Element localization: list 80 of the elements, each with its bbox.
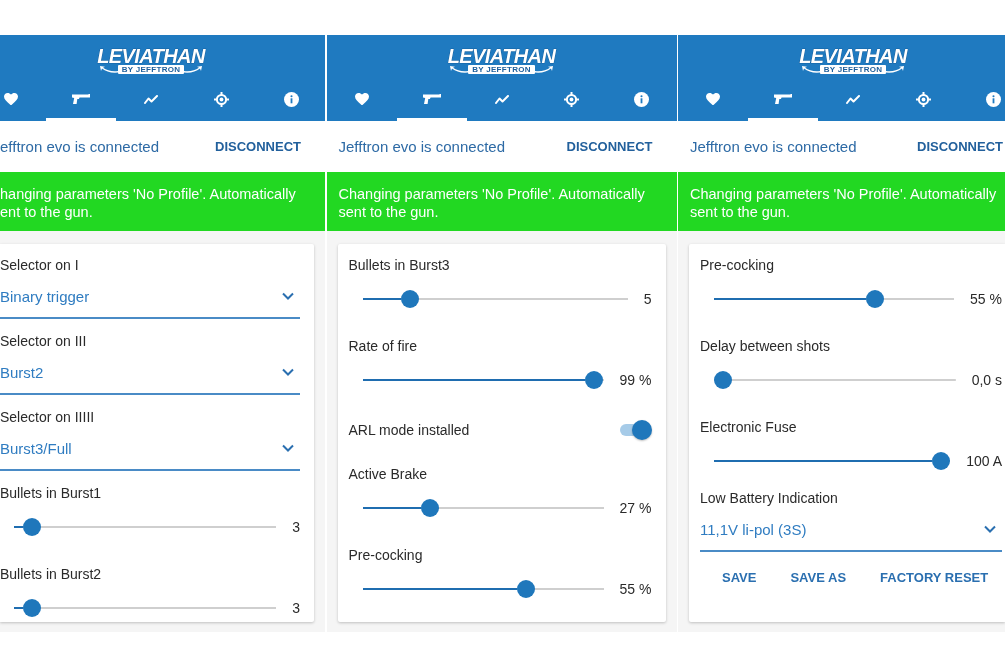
setting-label: Delay between shots bbox=[700, 337, 831, 356]
setting-label: Bullets in Burst2 bbox=[0, 565, 103, 584]
slider-thumb[interactable] bbox=[865, 290, 884, 308]
crosshair-icon bbox=[915, 91, 931, 107]
slider-thumb[interactable] bbox=[23, 599, 42, 617]
swoosh-icon bbox=[99, 65, 118, 74]
setting-label: Selector on III bbox=[0, 332, 88, 351]
setting-label: ARL mode installed bbox=[348, 421, 470, 440]
info-icon bbox=[634, 91, 649, 107]
chevron-down-icon bbox=[282, 368, 294, 376]
action-button[interactable]: FACTORY RESET bbox=[864, 560, 1005, 595]
line-chart-icon bbox=[144, 94, 158, 104]
setting-label: Active Brake bbox=[348, 465, 429, 484]
status-message: hanging parameters 'No Profile'. Automatically ent to the gun. bbox=[0, 185, 297, 221]
slider-value: 3 bbox=[292, 600, 300, 616]
swoosh-icon bbox=[886, 65, 905, 74]
disconnect-button[interactable]: DISCONNECT bbox=[215, 131, 301, 162]
setting-label: Selector on IIIII bbox=[0, 408, 96, 427]
action-button[interactable]: SAVE bbox=[706, 560, 773, 595]
slider-value: 27 % bbox=[619, 500, 652, 516]
heart-icon bbox=[4, 92, 18, 106]
pistol-icon bbox=[72, 94, 90, 104]
connection-status: Jefftron evo is connected bbox=[690, 138, 857, 155]
crosshair-icon bbox=[213, 91, 229, 107]
status-message: Changing parameters 'No Profile'. Automatically sent to the gun. bbox=[338, 185, 646, 221]
logo-title: LEVIATHAN bbox=[97, 45, 205, 67]
connection-status: efftron evo is connected bbox=[0, 138, 159, 155]
slider-value: 55 % bbox=[619, 581, 652, 597]
info-icon bbox=[283, 91, 299, 107]
heart-icon bbox=[354, 92, 369, 106]
connection-status: Jefftron evo is connected bbox=[338, 138, 505, 155]
line-chart-icon bbox=[494, 94, 509, 104]
action-button[interactable]: SAVE AS bbox=[774, 560, 863, 595]
logo-subtitle: BY JEFFTRON bbox=[117, 65, 185, 74]
select-field[interactable]: Binary trigger bbox=[0, 283, 300, 319]
slider-value: 99 % bbox=[619, 372, 652, 388]
slider-thumb[interactable] bbox=[517, 580, 536, 598]
swoosh-icon bbox=[450, 65, 469, 74]
setting-label: Electronic Fuse bbox=[700, 418, 798, 437]
swoosh-icon bbox=[801, 65, 820, 74]
swoosh-icon bbox=[534, 65, 553, 74]
slider-thumb[interactable] bbox=[401, 290, 420, 308]
pistol-icon bbox=[774, 94, 792, 104]
chevron-down-icon bbox=[282, 292, 294, 300]
disconnect-button[interactable]: DISCONNECT bbox=[917, 131, 1003, 162]
status-message: Changing parameters 'No Profile'. Automatically sent to the gun. bbox=[690, 185, 998, 221]
slider-thumb[interactable] bbox=[23, 518, 42, 536]
slider-value: 100 A bbox=[966, 453, 1002, 469]
info-icon bbox=[986, 91, 1001, 107]
setting-label: Bullets in Burst1 bbox=[0, 484, 103, 503]
select-field[interactable]: Burst2 bbox=[0, 359, 300, 395]
slider-value: 5 bbox=[643, 291, 652, 307]
slider-thumb[interactable] bbox=[421, 499, 439, 517]
slider-value: 55 % bbox=[970, 291, 1002, 307]
setting-label: Selector on I bbox=[0, 256, 80, 275]
disconnect-button[interactable]: DISCONNECT bbox=[566, 131, 653, 162]
slider-thumb[interactable] bbox=[931, 452, 950, 470]
chevron-down-icon bbox=[282, 444, 294, 452]
chevron-down-icon bbox=[984, 525, 996, 533]
logo-subtitle: BY JEFFTRON bbox=[468, 65, 535, 74]
swoosh-icon bbox=[184, 65, 203, 74]
line-chart-icon bbox=[846, 94, 860, 104]
select-field[interactable]: Burst3/Full bbox=[0, 435, 300, 471]
setting-label: Low Battery Indication bbox=[700, 489, 839, 508]
heart-icon bbox=[706, 92, 720, 106]
slider-thumb[interactable] bbox=[714, 371, 732, 389]
toggle-switch[interactable] bbox=[619, 420, 652, 440]
setting-label: Pre-cocking bbox=[700, 256, 775, 275]
logo-title: LEVIATHAN bbox=[447, 45, 556, 67]
slider-value: 3 bbox=[292, 519, 300, 535]
slider-value: 0,0 s bbox=[971, 372, 1002, 388]
pistol-icon bbox=[422, 94, 441, 104]
setting-label: Rate of fire bbox=[348, 337, 418, 356]
setting-label: Pre-cocking bbox=[348, 546, 424, 565]
logo-title: LEVIATHAN bbox=[799, 45, 907, 67]
crosshair-icon bbox=[564, 91, 579, 107]
select-field[interactable]: 11,1V li-pol (3S) bbox=[700, 516, 1002, 552]
logo-subtitle: BY JEFFTRON bbox=[819, 65, 887, 74]
setting-label: Bullets in Burst3 bbox=[348, 256, 451, 275]
slider-thumb[interactable] bbox=[584, 371, 603, 389]
